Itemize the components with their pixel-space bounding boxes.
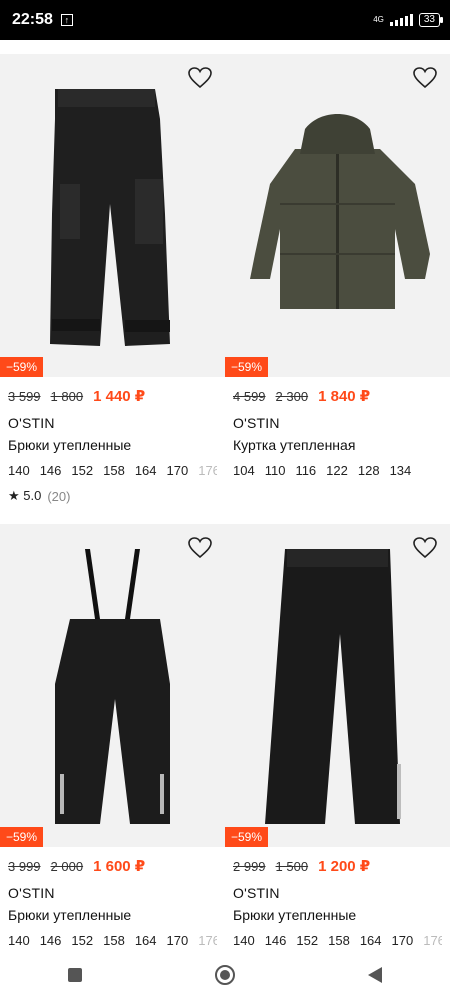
pants-image [265, 549, 401, 824]
brand-name: O'STIN [8, 885, 55, 901]
price-row: 3 599 1 800 1 440 ₽ [8, 387, 217, 405]
cargo-pants-image [50, 89, 170, 346]
discount-badge: −59% [225, 827, 269, 847]
time-label: 22:58 [12, 11, 53, 28]
sale-price: 1 600 ₽ [93, 858, 146, 875]
network-label: 4G [373, 15, 384, 24]
size-item: 158 [103, 463, 125, 478]
product-title[interactable]: Брюки утепленные [8, 907, 217, 923]
product-image[interactable]: −59% [0, 54, 225, 377]
product-title[interactable]: Брюки утепленные [233, 907, 442, 923]
favorite-heart-icon[interactable] [412, 66, 438, 90]
size-item: 152 [71, 933, 94, 948]
size-item: 176 [198, 933, 217, 948]
rating-value: ★ 5.0 [8, 488, 42, 503]
rating: ★ 5.0 (20) [8, 488, 217, 504]
old-price: 4 599 [233, 389, 266, 404]
size-item: 164 [134, 933, 157, 948]
old-price: 1 800 [50, 389, 84, 404]
price-row: 4 599 2 300 1 840 ₽ [233, 387, 442, 405]
favorite-heart-icon[interactable] [187, 66, 213, 90]
upload-icon: ↑ [60, 14, 73, 26]
size-item: 146 [39, 463, 62, 478]
size-item: 134 [389, 463, 412, 478]
size-item: 152 [71, 463, 94, 478]
size-item: 146 [264, 933, 287, 948]
battery-icon: 33 [418, 13, 444, 27]
price-row: 3 999 2 000 1 600 ₽ [8, 857, 217, 875]
back-button[interactable] [355, 955, 395, 995]
recent-apps-button[interactable] [55, 955, 95, 995]
favorite-heart-icon[interactable] [412, 536, 438, 560]
old-price: 3 999 [8, 859, 41, 874]
size-item: 140 [233, 933, 255, 948]
old-price: 2 300 [275, 389, 309, 404]
discount-badge: −59% [0, 357, 44, 377]
old-price: 1 500 [275, 859, 309, 874]
size-item: 140 [8, 463, 30, 478]
sale-price: 1 200 ₽ [318, 858, 371, 875]
sale-price: 1 840 ₽ [318, 388, 371, 405]
rating-count: (20) [47, 488, 71, 504]
back-triangle-icon [368, 967, 382, 983]
discount-badge: −59% [0, 827, 44, 847]
favorite-heart-icon[interactable] [187, 536, 213, 560]
battery-level: 33 [423, 14, 435, 25]
size-item: 170 [166, 463, 189, 478]
size-item: 170 [391, 933, 414, 948]
product-image[interactable]: −59% [225, 54, 450, 377]
price-row: 2 999 1 500 1 200 ₽ [233, 857, 442, 875]
product-card[interactable]: −59% 3 999 2 000 1 600 ₽ O'STIN Брюки ут… [0, 524, 225, 948]
brand-name: O'STIN [233, 885, 280, 901]
signal-icon [389, 14, 413, 26]
size-item: 140 [8, 933, 30, 948]
size-list: 140 146 152 158 164 170 176 [8, 463, 217, 478]
size-item: 176 [423, 933, 442, 948]
size-list: 140 146 152 158 164 170 176 [8, 933, 217, 948]
puffer-jacket-image [250, 114, 430, 309]
product-card[interactable]: −59% 4 599 2 300 1 840 ₽ O'STIN Куртка у… [225, 54, 450, 478]
size-item: 116 [295, 463, 317, 478]
old-price: 2 999 [233, 859, 266, 874]
size-item: 164 [359, 933, 382, 948]
product-card[interactable]: −59% 3 599 1 800 1 440 ₽ O'STIN Брюки ут… [0, 54, 225, 504]
old-price: 3 599 [8, 389, 41, 404]
size-item: 152 [296, 933, 319, 948]
size-item: 158 [328, 933, 350, 948]
system-nav-bar [0, 950, 450, 1000]
old-price: 2 000 [50, 859, 84, 874]
size-item: 146 [39, 933, 62, 948]
square-icon [68, 968, 82, 982]
brand-name: O'STIN [233, 415, 280, 431]
size-item: 110 [264, 463, 286, 478]
home-circle-icon [215, 965, 235, 985]
size-item: 176 [198, 463, 217, 478]
sale-price: 1 440 ₽ [93, 388, 146, 405]
product-title[interactable]: Брюки утепленные [8, 437, 217, 453]
size-item: 170 [166, 933, 189, 948]
size-list: 140 146 152 158 164 170 176 [233, 933, 442, 948]
product-image[interactable]: −59% [0, 524, 225, 847]
size-item: 128 [357, 463, 380, 478]
home-button[interactable] [205, 955, 245, 995]
product-title[interactable]: Куртка утепленная [233, 437, 442, 453]
size-list: 104 110 116 122 128 134 [233, 463, 442, 478]
product-image[interactable]: −59% [225, 524, 450, 847]
size-item: 122 [326, 463, 348, 478]
overalls-image [55, 549, 170, 824]
product-grid: −59% 3 599 1 800 1 440 ₽ O'STIN Брюки ут… [0, 40, 450, 950]
size-item: 104 [233, 463, 255, 478]
size-item: 158 [103, 933, 125, 948]
brand-name: O'STIN [8, 415, 55, 431]
discount-badge: −59% [225, 357, 269, 377]
product-card[interactable]: −59% 2 999 1 500 1 200 ₽ O'STIN Брюки ут… [225, 524, 450, 948]
size-item: 164 [134, 463, 157, 478]
status-bar: 22:58 ↑ 4G 33 [0, 0, 450, 40]
